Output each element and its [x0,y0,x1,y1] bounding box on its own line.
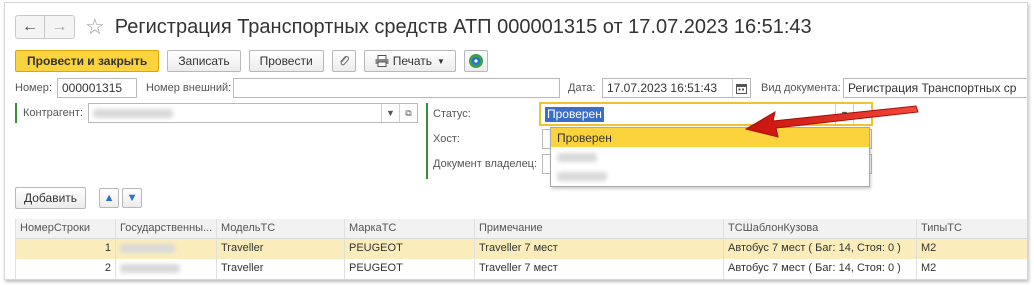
model-cell: Traveller [216,259,344,279]
column-header[interactable]: МодельТС [216,219,344,239]
command-bar: Провести и закрыть Записать Провести Печ… [15,50,496,72]
model-cell: Traveller [216,239,344,259]
counterparty-label: Контрагент: [23,107,83,119]
open-icon[interactable]: ⧉ [399,104,417,122]
template-cell: Автобус 7 мест ( Баг: 14, Стоя: 0 ) [723,239,916,259]
document-window: ← → ☆ Регистрация Транспортных средств А… [4,2,1028,280]
table-row[interactable]: 2 Traveller PEUGEOT Traveller 7 мест Авт… [15,259,1027,279]
template-cell: Автобус 7 мест ( Баг: 14, Стоя: 0 ) [723,259,916,279]
column-header[interactable]: НомерСтроки [15,219,115,239]
plate-cell-redacted [115,259,216,279]
chevron-down-icon[interactable]: ▼ [381,104,399,122]
counterparty-value-redacted [93,109,173,119]
arrow-left-icon: ← [22,18,38,35]
structure-button[interactable] [463,50,488,72]
open-icon[interactable]: ⧉ [853,104,871,124]
table-header: НомерСтроки Государственны... МодельТС М… [15,219,1027,239]
date-field[interactable]: 17.07.2023 16:51:43 [602,78,751,98]
back-button[interactable]: ← [15,15,45,39]
favorite-star-icon[interactable]: ☆ [85,16,105,38]
related-documents-icon [468,54,483,68]
attach-button[interactable] [331,50,356,72]
number-field[interactable]: 000001315 [57,78,137,98]
column-header[interactable]: МаркаТС [344,219,474,239]
chevron-down-icon: ▼ [437,56,445,66]
date-value: 17.07.2023 16:51:43 [607,81,718,95]
table-row[interactable]: 1 Traveller PEUGEOT Traveller 7 мест Авт… [15,239,1027,259]
status-option-redacted[interactable] [551,147,869,166]
table-command-bar: Добавить ▲ ▼ [15,187,143,209]
printer-icon [375,55,389,67]
counterparty-field[interactable]: ▼ ⧉ [88,103,418,123]
plate-cell-redacted [115,239,216,259]
brand-cell: PEUGEOT [344,259,474,279]
column-header[interactable]: ТипыТС [916,219,1027,239]
row-number: 1 [15,239,115,259]
group-marker [15,103,17,123]
chevron-down-icon[interactable]: ▼ [835,104,853,124]
post-button[interactable]: Провести [248,50,324,72]
status-option-redacted[interactable] [551,166,869,185]
arrow-down-icon: ▼ [126,192,138,204]
external-number-label: Номер внешний: [146,82,232,94]
number-label: Номер: [15,82,52,94]
host-label: Хост: [433,133,460,145]
column-header[interactable]: Государственны... [115,219,216,239]
add-row-button[interactable]: Добавить [15,187,87,209]
document-type-field[interactable]: Регистрация Транспортных ср [843,78,1027,98]
status-label: Статус: [433,108,471,120]
paperclip-icon [339,55,349,66]
page-title: Регистрация Транспортных средств АТП 000… [114,15,812,38]
owner-document-label: Документ владелец: [433,158,538,170]
type-cell: M2 [916,239,1027,259]
move-up-button[interactable]: ▲ [99,188,120,208]
print-label: Печать [392,54,432,68]
arrow-right-icon: → [51,18,68,35]
column-header[interactable]: ТСШаблонКузова [723,219,916,239]
column-header[interactable]: Примечание [474,219,723,239]
status-option[interactable]: Проверен [551,128,869,147]
row-number: 2 [15,259,115,279]
document-type-label: Вид документа: [761,82,841,94]
type-cell: M2 [916,259,1027,279]
status-dropdown-list: Проверен [550,127,870,187]
external-number-field[interactable] [233,78,560,98]
post-and-close-button[interactable]: Провести и закрыть [15,50,160,72]
save-button[interactable]: Записать [167,50,241,72]
calendar-icon[interactable] [732,79,750,97]
print-button[interactable]: Печать ▼ [363,50,456,72]
status-value: Проверен [545,107,604,122]
status-field[interactable]: Проверен ▼ ⧉ [539,102,873,126]
title-bar: ← → ☆ Регистрация Транспортных средств А… [15,13,812,41]
move-down-button[interactable]: ▼ [122,188,143,208]
group-marker [426,103,428,179]
note-cell: Traveller 7 мест [474,239,723,259]
arrow-up-icon: ▲ [103,192,115,204]
date-label: Дата: [568,82,596,94]
note-cell: Traveller 7 мест [474,259,723,279]
forward-button[interactable]: → [45,15,75,39]
brand-cell: PEUGEOT [344,239,474,259]
